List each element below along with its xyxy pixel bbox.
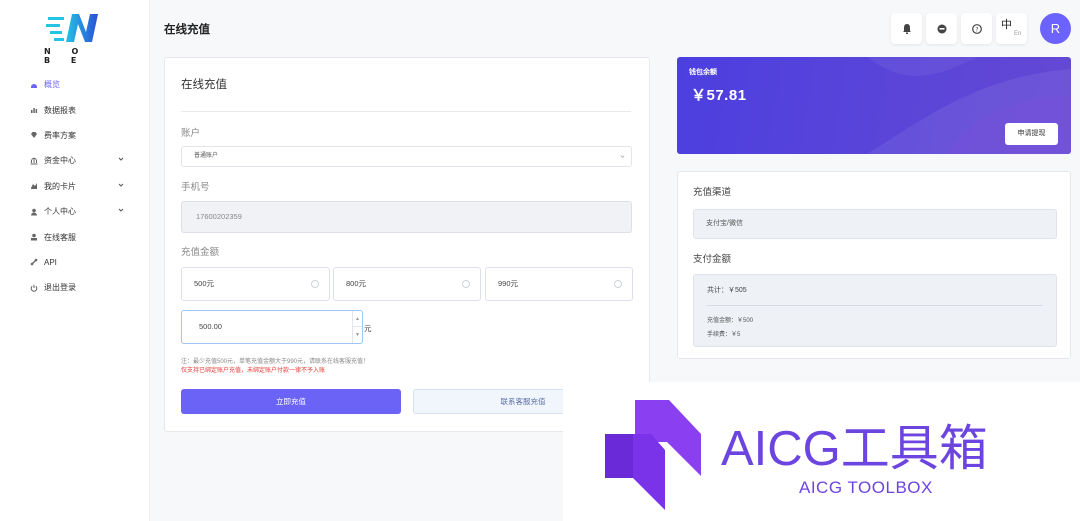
- summary-fee: 手续费：￥5: [707, 332, 741, 338]
- watermark-title: AICG工具箱: [721, 422, 988, 476]
- sidebar-item-label: 资金中心: [44, 156, 76, 166]
- language-toggle[interactable]: 中 En: [996, 13, 1027, 44]
- amount-option-label: 800元: [346, 279, 367, 288]
- sidebar-item-support[interactable]: 在线客服: [0, 224, 150, 249]
- withdraw-button[interactable]: 申请提现: [1005, 123, 1058, 145]
- svg-text:?: ?: [975, 26, 978, 33]
- sidebar-item-label: 概览: [44, 80, 60, 90]
- sidebar-item-label: 在线客服: [44, 232, 76, 242]
- wallet-card: 钱包余额 ￥57.81 申请提现: [677, 57, 1071, 154]
- phone-field[interactable]: 17600202359: [181, 201, 632, 233]
- sidebar-item-label: API: [44, 257, 57, 267]
- sidebar-item-cards[interactable]: 我的卡片: [0, 174, 150, 199]
- brand-logo-text: N O B E: [44, 47, 88, 65]
- watermark-subtitle: AICG TOOLBOX: [799, 478, 933, 497]
- chat-icon: [937, 24, 946, 33]
- payment-summary: 共计：￥505 充值金额：￥500 手续费：￥5: [693, 274, 1057, 347]
- summary-total: 共计：￥505: [707, 287, 747, 294]
- brand-logo[interactable]: N O B E: [42, 12, 106, 65]
- amount-option-500[interactable]: 500元: [181, 267, 330, 301]
- custom-amount-value: 500.00: [199, 322, 222, 331]
- sidebar-item-logout[interactable]: 退出登录: [0, 275, 150, 300]
- dashboard-icon: [30, 81, 38, 89]
- sidebar-item-overview[interactable]: 概览: [0, 72, 150, 97]
- stepper-up-icon[interactable]: ▲: [353, 311, 362, 327]
- radio-icon: [311, 280, 319, 288]
- sidebar-item-reports[interactable]: 数据报表: [0, 97, 150, 122]
- sidebar: N O B E 概览 数据报表 费率方案 资金中心 我的卡片 个人中心 在线客服…: [0, 0, 150, 521]
- sidebar-item-rates[interactable]: 费率方案: [0, 123, 150, 148]
- aicg-toolbox-logo-icon: [605, 400, 701, 510]
- account-select-value: 普通账户: [194, 153, 219, 159]
- pay-amount-label: 支付金额: [693, 254, 732, 265]
- recharge-card: 在线充值 账户 普通账户 手机号 17600202359 充值金额 500元 8…: [164, 57, 650, 432]
- diamond-icon: [30, 131, 38, 139]
- divider: [707, 305, 1043, 306]
- avatar[interactable]: R: [1040, 13, 1071, 44]
- amount-option-label: 990元: [498, 279, 519, 288]
- phone-label: 手机号: [181, 182, 210, 193]
- recharge-card-title: 在线充值: [181, 79, 227, 91]
- chevron-down-icon: [620, 155, 625, 158]
- chevron-down-icon: [118, 183, 124, 187]
- page-title: 在线充值: [164, 24, 210, 36]
- bank-icon: [30, 157, 38, 165]
- help-button[interactable]: ?: [961, 13, 992, 44]
- link-icon: [30, 258, 38, 266]
- sidebar-item-label: 费率方案: [44, 130, 76, 140]
- bell-icon: [902, 23, 911, 34]
- custom-amount-input[interactable]: 500.00 ▲ ▼: [181, 310, 363, 344]
- card-icon: [30, 182, 38, 190]
- chevron-down-icon: [118, 157, 124, 161]
- amount-option-800[interactable]: 800元: [333, 267, 481, 301]
- summary-recharge-amount: 充值金额：￥500: [707, 318, 754, 324]
- power-icon: [30, 284, 38, 292]
- sidebar-item-api[interactable]: API: [0, 250, 150, 275]
- chevron-down-icon: [118, 208, 124, 212]
- nobe-logo-icon: [46, 14, 98, 42]
- language-en-label: En: [1014, 31, 1022, 37]
- sidebar-item-label: 个人中心: [44, 207, 76, 217]
- message-button[interactable]: [926, 13, 957, 44]
- recharge-note: 注：最少充值500元，单笔充值金额大于990元，请联系在线客服充值！: [181, 359, 370, 365]
- amount-stepper[interactable]: ▲ ▼: [352, 311, 362, 343]
- radio-icon: [614, 280, 622, 288]
- wallet-balance: ￥57.81: [691, 87, 747, 104]
- recharge-submit-button[interactable]: 立即充值: [181, 389, 401, 414]
- sidebar-item-label: 我的卡片: [44, 181, 76, 191]
- wallet-label: 钱包余额: [689, 69, 717, 76]
- payment-card: 充值渠道 支付宝/微信 支付金额 共计：￥505 充值金额：￥500 手续费：￥…: [677, 171, 1071, 359]
- notification-button[interactable]: [891, 13, 922, 44]
- account-select[interactable]: 普通账户: [181, 146, 632, 167]
- language-zh-label: 中: [1001, 19, 1012, 31]
- stepper-down-icon[interactable]: ▼: [353, 327, 362, 343]
- channel-label: 充值渠道: [693, 187, 732, 198]
- user-icon: [30, 208, 38, 216]
- watermark: AICG工具箱 AICG TOOLBOX: [563, 382, 1080, 521]
- amount-option-label: 500元: [194, 279, 215, 288]
- amount-option-990[interactable]: 990元: [485, 267, 633, 301]
- support-icon: [30, 233, 38, 241]
- sidebar-item-profile[interactable]: 个人中心: [0, 199, 150, 224]
- account-label: 账户: [181, 128, 201, 139]
- sidebar-item-label: 数据报表: [44, 105, 76, 115]
- radio-icon: [462, 280, 470, 288]
- payment-channel-option[interactable]: 支付宝/微信: [693, 209, 1057, 239]
- help-icon: ?: [971, 23, 982, 34]
- amount-label: 充值金额: [181, 247, 220, 258]
- amount-unit: 元: [364, 324, 372, 333]
- sidebar-nav: 概览 数据报表 费率方案 资金中心 我的卡片 个人中心 在线客服 API 退出登…: [0, 72, 150, 301]
- recharge-warning: 仅支持已绑定账户充值，未绑定账户付款一律不予入账: [181, 368, 326, 374]
- bar-chart-icon: [30, 106, 38, 114]
- divider: [181, 111, 631, 112]
- sidebar-item-funds[interactable]: 资金中心: [0, 148, 150, 173]
- sidebar-item-label: 退出登录: [44, 283, 76, 293]
